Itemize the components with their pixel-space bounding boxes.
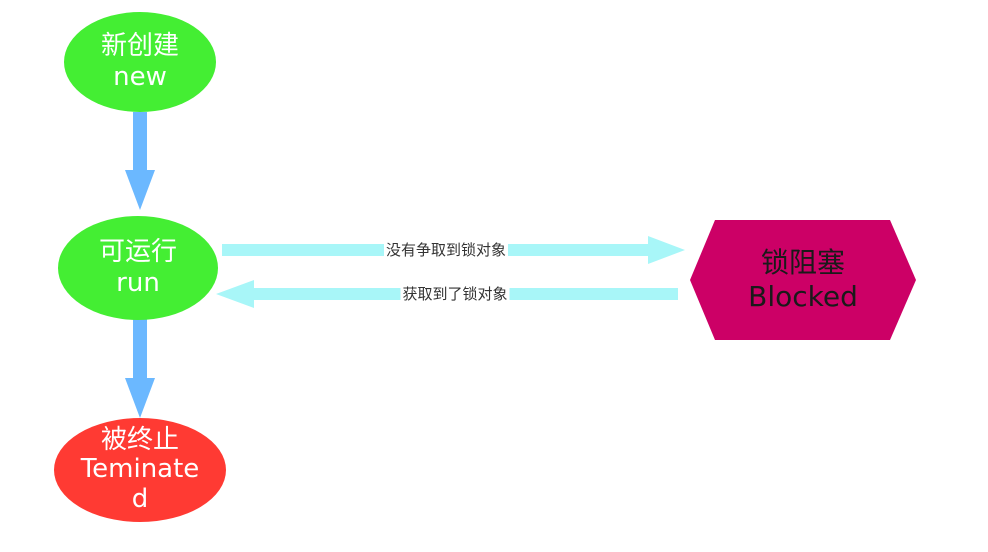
arrow-new-to-run [125,112,155,210]
diagram-canvas [54,12,916,522]
edge-label-blocked-to-run: 获取到了锁对象 [400,284,510,304]
node-blocked [690,220,916,340]
edge-label-run-to-blocked: 没有争取到锁对象 [383,240,509,260]
node-new [64,12,216,112]
thread-state-diagram: 新创建 new 可运行 run 被终止 Teminate d 锁阻塞 Block… [0,0,988,548]
node-run [58,216,218,320]
arrow-run-to-terminated [125,318,155,418]
node-terminated [54,418,226,522]
